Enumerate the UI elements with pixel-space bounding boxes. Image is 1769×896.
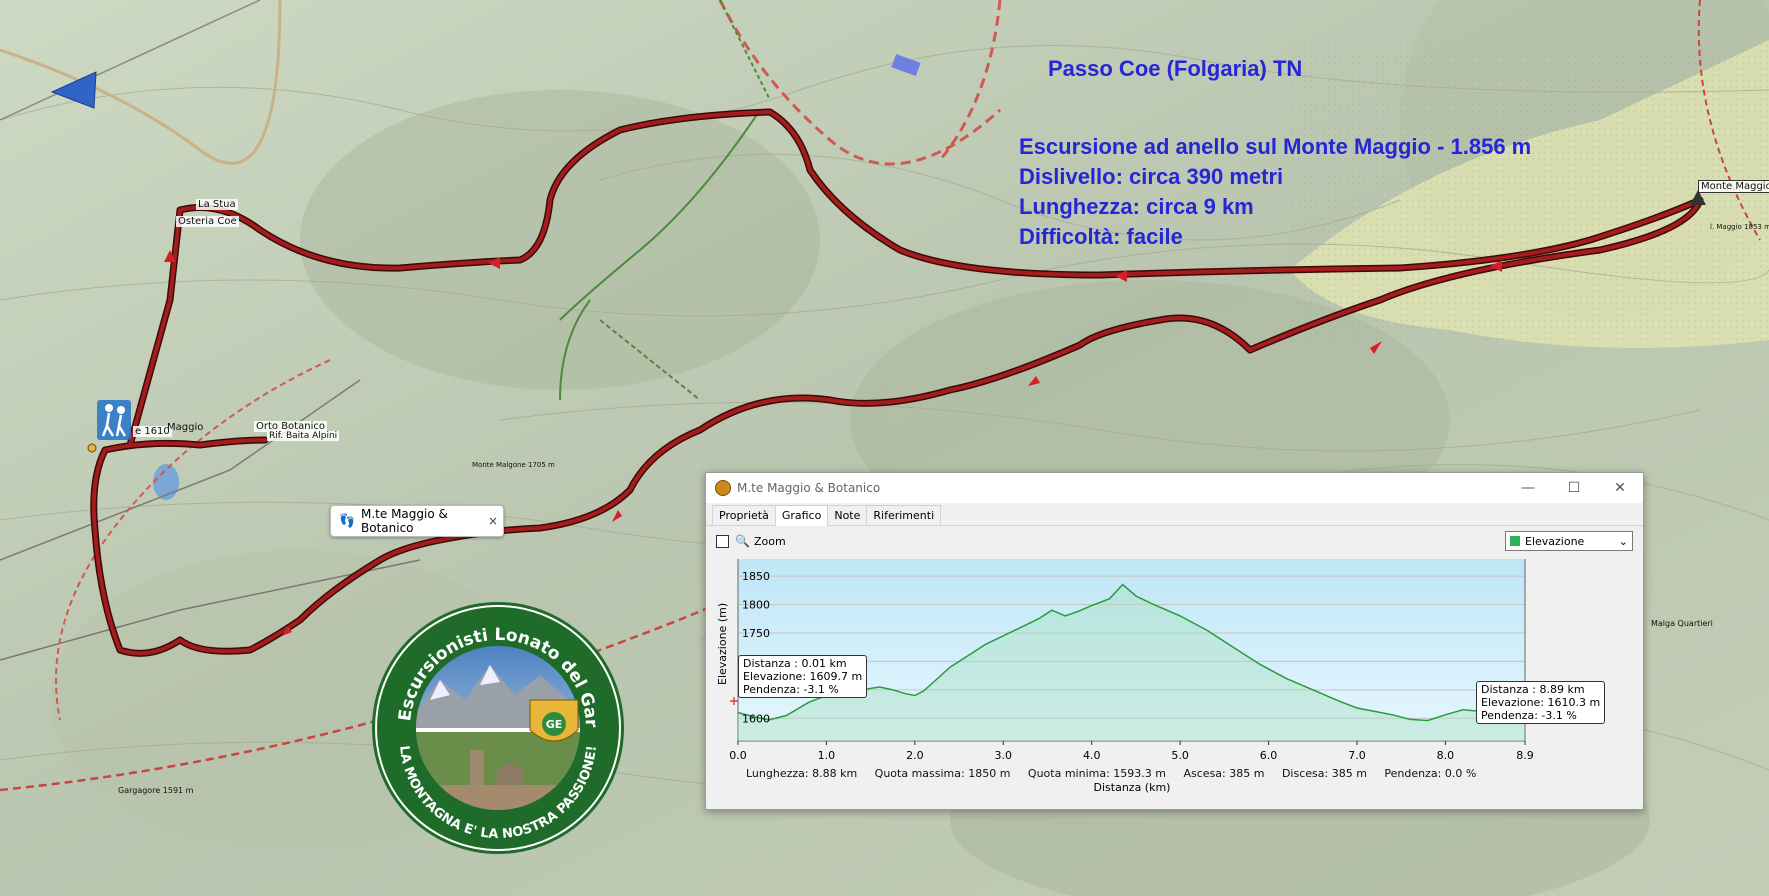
magnifier-icon: 🔍 (735, 534, 750, 548)
tooltip-line: Distanza : 8.89 km (1481, 683, 1585, 696)
route-info: Escursione ad anello sul Monte Maggio - … (1019, 132, 1531, 252)
label-la-stua: La Stua (196, 199, 238, 210)
zoom-checkbox[interactable] (716, 534, 729, 548)
tab-note[interactable]: Note (827, 505, 868, 525)
x-axis-ticks: 0.0 1.0 2.0 3.0 4.0 5.0 6.0 7.0 8.0 8.9 (729, 741, 1534, 762)
x-tick-label: 8.0 (1437, 749, 1455, 762)
close-icon[interactable]: × (483, 514, 503, 528)
tab-bar: Proprietà Grafico Note Riferimenti (706, 503, 1643, 526)
label-rif-alpini: Rif. Baita Alpini (267, 431, 340, 441)
label-l-maggio: l. Maggio 1853 m (1710, 223, 1769, 231)
route-info-line: Dislivello: circa 390 metri (1019, 164, 1284, 189)
x-tick-label: 2.0 (906, 749, 924, 762)
series-swatch (1510, 536, 1520, 546)
y-tick-label: 1750 (742, 627, 770, 640)
profile-stats: Lunghezza: 8.88 km Quota massima: 1850 m… (746, 767, 1490, 780)
x-tick-label: 3.0 (995, 749, 1013, 762)
series-dropdown[interactable]: Elevazione ⌄ (1505, 531, 1633, 551)
stat-ascent: Ascesa: 385 m (1183, 767, 1265, 780)
y-tick-label: 1850 (742, 570, 770, 583)
label-monte-malgone: Monte Malgone 1705 m (472, 461, 555, 469)
logo-badge-text: GE (546, 718, 563, 731)
x-tick-label: 8.9 (1516, 749, 1534, 762)
tooltip-line: Pendenza: -3.1 % (1481, 709, 1577, 722)
stat-max: Quota massima: 1850 m (874, 767, 1011, 780)
club-logo: GE Gruppo Escursionisti Lonato del Garda… (370, 600, 624, 854)
series-dropdown-value: Elevazione (1525, 534, 1585, 548)
x-tick-label: 7.0 (1348, 749, 1366, 762)
y-tick-label: 1600 (742, 712, 770, 725)
minimize-button[interactable]: — (1505, 480, 1551, 496)
stat-min: Quota minima: 1593.3 m (1027, 767, 1166, 780)
x-tick-label: 0.0 (729, 749, 747, 762)
tab-riferimenti[interactable]: Riferimenti (866, 505, 942, 525)
chevron-down-icon: ⌄ (1618, 534, 1628, 548)
x-axis-title: Distanza (km) (1094, 781, 1171, 794)
tooltip-end: Distanza : 8.89 km Elevazione: 1610.3 m … (1476, 681, 1606, 724)
y-tick-label: 1800 (742, 599, 770, 612)
tooltip-line: Pendenza: -3.1 % (743, 683, 839, 696)
label-maggio: Maggio (167, 422, 204, 433)
route-info-line: Lunghezza: circa 9 km (1019, 194, 1254, 219)
tab-proprieta[interactable]: Proprietà (712, 505, 776, 525)
tab-grafico[interactable]: Grafico (774, 505, 829, 526)
app-icon (715, 480, 731, 496)
footprints-icon: 👣 (339, 513, 356, 529)
window-title: M.te Maggio & Botanico (737, 481, 881, 495)
label-monte-maggio: Monte Maggio (1698, 180, 1769, 193)
close-window-button[interactable]: ✕ (1597, 480, 1643, 496)
track-popup[interactable]: 👣 M.te Maggio & Botanico × (330, 505, 504, 537)
stat-descent: Discesa: 385 m (1281, 767, 1367, 780)
chart-toolbar: 🔍 Zoom Elevazione ⌄ (706, 526, 1643, 556)
label-malga-quartieri: Malga Quartieri (1651, 619, 1713, 628)
position-marker (87, 443, 97, 453)
zoom-label: Zoom (753, 534, 786, 548)
x-tick-label: 5.0 (1171, 749, 1189, 762)
hiker-icon (97, 400, 131, 440)
stat-slope: Pendenza: 0.0 % (1384, 767, 1477, 780)
maximize-button[interactable]: ☐ (1551, 480, 1597, 496)
route-info-line: Escursione ad anello sul Monte Maggio - … (1019, 134, 1532, 159)
tooltip-line: Elevazione: 1610.3 m (1481, 696, 1601, 709)
elevation-profile-window[interactable]: M.te Maggio & Botanico — ☐ ✕ Proprietà G… (705, 472, 1644, 810)
tooltip-line: Elevazione: 1609.7 m (743, 670, 863, 683)
x-tick-label: 4.0 (1083, 749, 1101, 762)
tooltip-start: Distanza : 0.01 km Elevazione: 1609.7 m … (738, 655, 868, 698)
tooltip-line: Distanza : 0.01 km (743, 657, 847, 670)
window-titlebar[interactable]: M.te Maggio & Botanico — ☐ ✕ (706, 473, 1643, 503)
label-osteria-coe: Osteria Coe (176, 216, 239, 227)
logo-badge: GE (529, 699, 579, 742)
track-popup-name: M.te Maggio & Botanico (361, 507, 448, 535)
route-info-line: Difficoltà: facile (1019, 224, 1183, 249)
x-tick-label: 6.0 (1260, 749, 1278, 762)
label-gargagore: Gargagore 1591 m (118, 786, 194, 795)
map-title: Passo Coe (Folgaria) TN (1048, 56, 1303, 81)
y-axis-title: Elevazione (m) (716, 603, 729, 685)
x-tick-label: 1.0 (818, 749, 836, 762)
stat-length: Lunghezza: 8.88 km (746, 767, 858, 780)
